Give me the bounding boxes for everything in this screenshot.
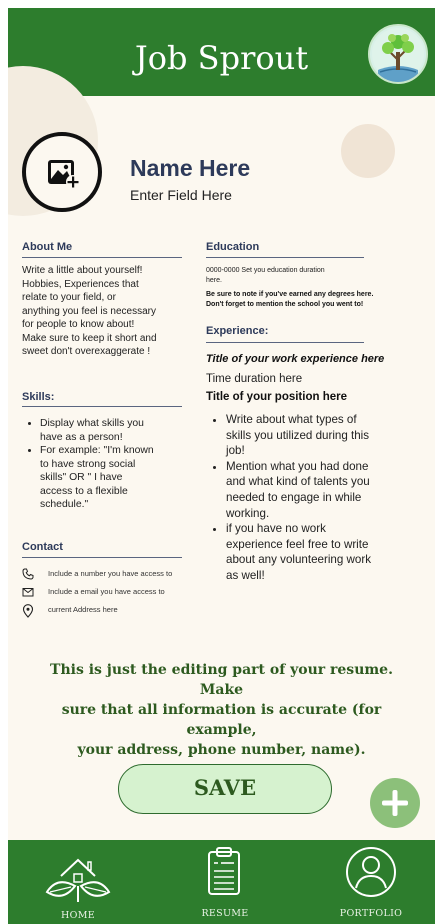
save-button[interactable]: SAVE: [118, 764, 332, 814]
section-divider: [206, 257, 364, 258]
education-note[interactable]: Be sure to note if you've earned any deg…: [206, 290, 373, 310]
list-item: Mention what you had done and what kind …: [226, 459, 435, 521]
editing-note: This is just the editing part of your re…: [50, 662, 393, 758]
decorative-circle: [341, 124, 395, 178]
experience-position[interactable]: Title of your position here: [206, 390, 347, 405]
tree-logo-icon[interactable]: [368, 24, 428, 84]
user-profile-icon: [346, 847, 396, 897]
about-text[interactable]: Write a little about yourself! Hobbies, …: [22, 264, 157, 359]
add-photo-icon[interactable]: [22, 132, 102, 212]
education-duration[interactable]: 0000-0000 Set you education duration her…: [206, 266, 325, 286]
location-pin-icon: [22, 604, 34, 618]
app-screen: Job Sprout Name Here Enter Field Here Ab…: [8, 8, 435, 924]
education-heading: Education: [206, 241, 260, 253]
nav-item-home[interactable]: HOME: [28, 840, 128, 924]
profile-field[interactable]: Enter Field Here: [130, 186, 232, 204]
section-divider: [22, 257, 182, 258]
skills-list[interactable]: Display what skills you have as a person…: [24, 417, 210, 512]
section-divider: [22, 406, 182, 407]
nav-item-portfolio[interactable]: PORTFOLIO: [326, 840, 416, 924]
nav-label: HOME: [61, 910, 95, 921]
experience-list[interactable]: Write about what types of skills you uti…: [208, 412, 435, 584]
nav-item-resume[interactable]: RESUME: [180, 840, 270, 924]
nav-label: RESUME: [201, 908, 249, 919]
add-button[interactable]: [370, 778, 420, 828]
list-item: if you have no work experience feel free…: [226, 521, 435, 583]
list-item: Write about what types of skills you uti…: [226, 412, 435, 459]
list-item: Display what skills you have as a person…: [40, 417, 210, 444]
phone-icon: [22, 568, 34, 580]
resume-document-icon: [208, 847, 240, 895]
plus-icon: [382, 790, 408, 816]
profile-name[interactable]: Name Here: [130, 154, 250, 182]
contact-heading: Contact: [22, 541, 63, 553]
section-divider: [22, 557, 182, 558]
home-leaves-icon: [45, 858, 111, 902]
section-divider: [206, 342, 364, 343]
bottom-nav: HOME RESUME PORTFOLIO: [8, 840, 435, 924]
experience-time[interactable]: Time duration here: [206, 372, 302, 387]
app-header: Job Sprout: [8, 8, 435, 96]
mail-icon: [22, 588, 34, 597]
about-heading: About Me: [22, 241, 73, 253]
experience-title[interactable]: Title of your work experience here: [206, 352, 384, 366]
list-item: For example: "I'm known to have strong s…: [40, 444, 210, 512]
experience-heading: Experience:: [206, 325, 269, 337]
nav-label: PORTFOLIO: [339, 908, 403, 919]
skills-heading: Skills:: [22, 391, 55, 403]
